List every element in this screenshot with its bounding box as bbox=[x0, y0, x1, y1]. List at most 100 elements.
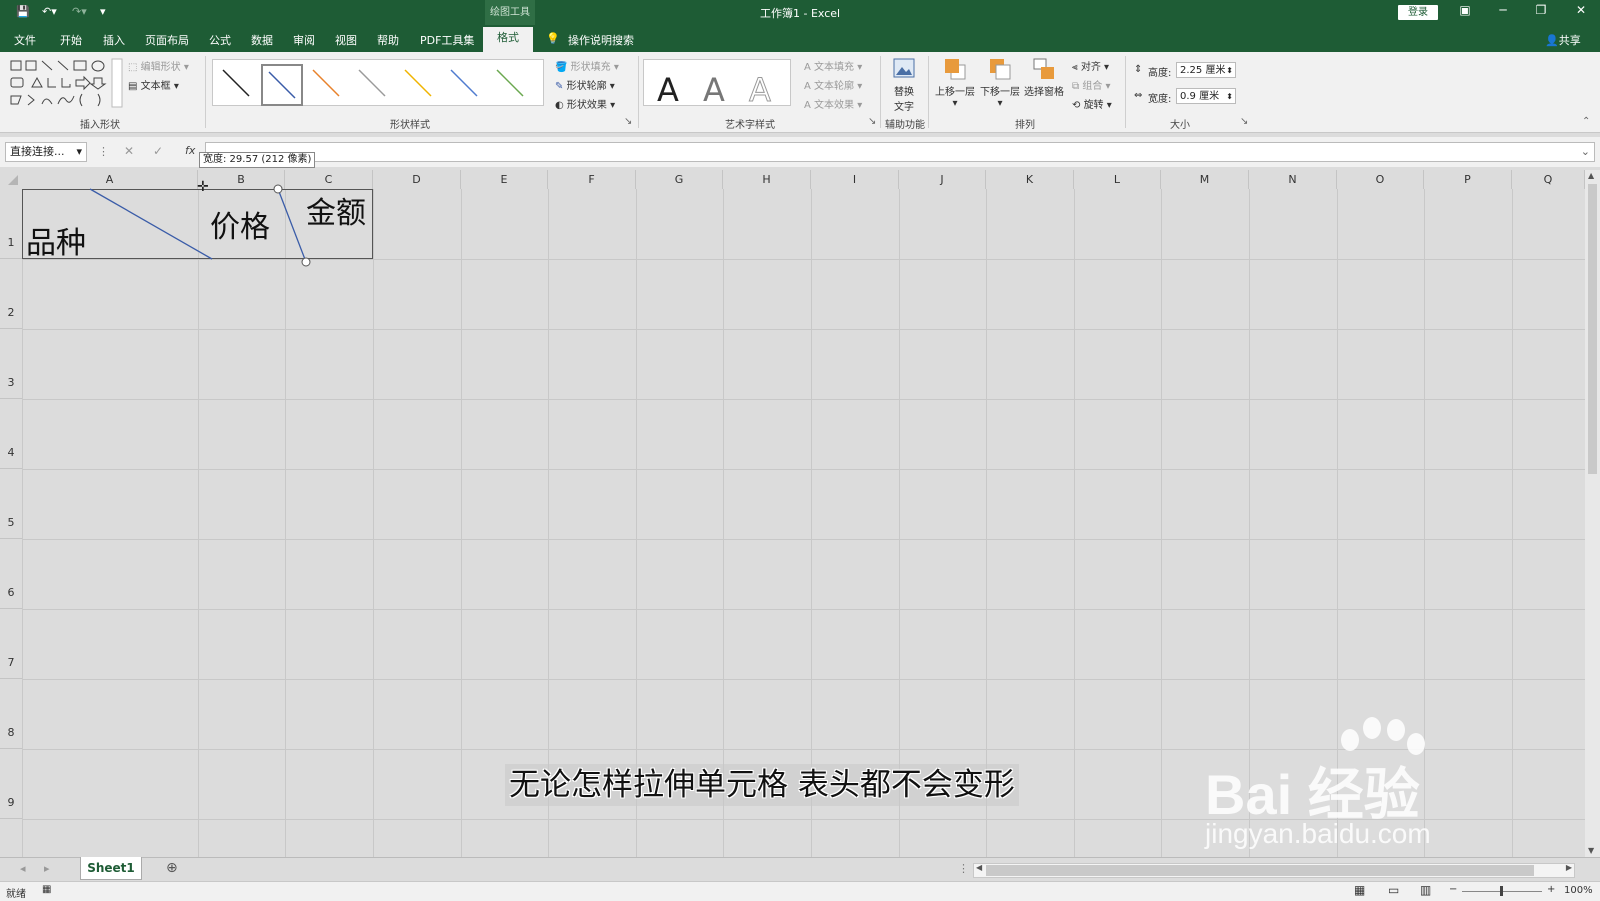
zoom-in-icon[interactable]: + bbox=[1547, 884, 1555, 895]
tab-view[interactable]: 视图 bbox=[335, 32, 357, 48]
row-header-9[interactable]: 9 bbox=[0, 749, 22, 819]
column-header-o[interactable]: O bbox=[1337, 170, 1424, 189]
row-header-7[interactable]: 7 bbox=[0, 609, 22, 679]
tab-formulas[interactable]: 公式 bbox=[209, 32, 231, 48]
line-handle-end[interactable] bbox=[301, 257, 311, 267]
row-header-3[interactable]: 3 bbox=[0, 329, 22, 399]
tab-review[interactable]: 审阅 bbox=[293, 32, 315, 48]
alt-text-button[interactable]: 替换 文字 bbox=[884, 57, 924, 113]
restore-icon[interactable]: ❐ bbox=[1526, 3, 1556, 17]
row-header-10[interactable] bbox=[0, 819, 22, 857]
tab-help[interactable]: 帮助 bbox=[377, 32, 399, 48]
send-backward-button[interactable]: 下移一层 ▾ bbox=[980, 57, 1020, 109]
next-sheet-icon[interactable]: ▸ bbox=[44, 862, 50, 875]
column-header-g[interactable]: G bbox=[636, 170, 723, 189]
tab-format[interactable]: 格式 bbox=[483, 27, 533, 52]
scroll-down-icon[interactable]: ▼ bbox=[1588, 846, 1594, 855]
bring-forward-button[interactable]: 上移一层 ▾ bbox=[935, 57, 975, 109]
align-button[interactable]: ⫷ 对齐 ▾ bbox=[1072, 58, 1109, 73]
scroll-thumb[interactable] bbox=[1588, 184, 1597, 474]
undo-icon[interactable]: ↶▾ bbox=[42, 5, 57, 18]
column-header-k[interactable]: K bbox=[986, 170, 1074, 189]
row-header-8[interactable]: 8 bbox=[0, 679, 22, 749]
wordart-gallery[interactable]: A A A bbox=[643, 59, 791, 110]
splitter-icon[interactable]: ⋮ bbox=[958, 862, 969, 875]
tab-insert[interactable]: 插入 bbox=[103, 32, 125, 48]
style-swatch[interactable] bbox=[491, 64, 529, 102]
row-header-4[interactable]: 4 bbox=[0, 399, 22, 469]
edit-shape-button[interactable]: ⬚ 编辑形状 ▾ bbox=[128, 58, 189, 73]
rotate-button[interactable]: ⟲ 旋转 ▾ bbox=[1072, 96, 1112, 111]
wordart-style-gray[interactable]: A bbox=[694, 70, 734, 110]
spinner-icon[interactable]: ⬍ bbox=[1226, 89, 1233, 105]
collapse-ribbon-icon[interactable]: ⌃ bbox=[1582, 116, 1590, 127]
column-header-i[interactable]: I bbox=[811, 170, 899, 189]
vertical-scrollbar[interactable]: ▲ ▼ bbox=[1585, 170, 1600, 857]
insert-function-icon[interactable]: fx bbox=[185, 144, 195, 157]
column-header-f[interactable]: F bbox=[548, 170, 636, 189]
column-header-h[interactable]: H bbox=[723, 170, 811, 189]
name-box[interactable]: 直接连接... ▾ bbox=[5, 142, 87, 162]
wordart-style-black[interactable]: A bbox=[648, 70, 688, 110]
style-swatch[interactable] bbox=[399, 64, 437, 102]
diagonal-line-b1-selected[interactable] bbox=[277, 188, 307, 263]
tab-data[interactable]: 数据 bbox=[251, 32, 273, 48]
scroll-right-icon[interactable]: ▶ bbox=[1566, 863, 1572, 872]
width-field[interactable]: 0.9 厘米 ⬍ bbox=[1176, 88, 1236, 104]
column-header-l[interactable]: L bbox=[1074, 170, 1161, 189]
line-handle-start[interactable] bbox=[273, 184, 283, 194]
customize-qat-icon[interactable]: ▾ bbox=[100, 5, 106, 18]
redo-icon[interactable]: ↷▾ bbox=[72, 5, 87, 18]
dialog-launcher-icon[interactable]: ↘ bbox=[1240, 116, 1248, 127]
text-box-button[interactable]: ▤ 文本框 ▾ bbox=[128, 77, 179, 92]
style-swatch[interactable] bbox=[445, 64, 483, 102]
normal-view-icon[interactable]: ▦ bbox=[1354, 883, 1365, 897]
zoom-out-icon[interactable]: − bbox=[1449, 884, 1457, 895]
ribbon-display-icon[interactable]: ▣ bbox=[1450, 3, 1480, 17]
login-button[interactable]: 登录 bbox=[1398, 5, 1438, 20]
shape-fill-button[interactable]: 🪣 形状填充 ▾ bbox=[555, 58, 619, 73]
page-break-view-icon[interactable]: ▥ bbox=[1420, 883, 1431, 897]
text-fill-button[interactable]: A 文本填充 ▾ bbox=[804, 58, 862, 73]
shape-effects-button[interactable]: ◐ 形状效果 ▾ bbox=[555, 96, 615, 111]
page-layout-view-icon[interactable]: ▭ bbox=[1388, 883, 1399, 897]
zoom-level[interactable]: 100% bbox=[1564, 885, 1593, 896]
row-header-6[interactable]: 6 bbox=[0, 539, 22, 609]
diagonal-line-a1[interactable] bbox=[89, 188, 213, 260]
horizontal-scrollbar[interactable]: ◀ ▶ bbox=[973, 863, 1575, 878]
shape-gallery[interactable] bbox=[8, 58, 123, 108]
save-icon[interactable]: 💾 bbox=[16, 5, 30, 18]
style-swatch[interactable] bbox=[307, 64, 345, 102]
style-swatch[interactable] bbox=[217, 64, 255, 102]
scroll-left-icon[interactable]: ◀ bbox=[976, 863, 982, 872]
confirm-icon[interactable]: ✓ bbox=[153, 144, 163, 158]
tell-me-search[interactable]: 操作说明搜索 bbox=[568, 32, 634, 48]
sheet-tab-sheet1[interactable]: Sheet1 bbox=[80, 857, 142, 880]
group-button[interactable]: ⧉ 组合 ▾ bbox=[1072, 77, 1111, 92]
chevron-down-icon[interactable]: ▾ bbox=[76, 143, 82, 161]
row-header-5[interactable]: 5 bbox=[0, 469, 22, 539]
spinner-icon[interactable]: ⬍ bbox=[1226, 63, 1233, 79]
column-header-m[interactable]: M bbox=[1161, 170, 1249, 189]
formula-input[interactable]: ⌄ bbox=[205, 142, 1595, 162]
tab-home[interactable]: 开始 bbox=[60, 32, 82, 48]
share-button[interactable]: 👤共享 bbox=[1545, 32, 1581, 48]
horizontal-scroll-thumb[interactable] bbox=[986, 865, 1534, 876]
dialog-launcher-icon[interactable]: ↘ bbox=[624, 116, 632, 127]
tab-pdf-tools[interactable]: PDF工具集 bbox=[420, 32, 474, 48]
column-header-e[interactable]: E bbox=[461, 170, 548, 189]
macro-record-icon[interactable]: ▦ bbox=[42, 884, 51, 895]
text-effects-button[interactable]: A 文本效果 ▾ bbox=[804, 96, 862, 111]
zoom-slider-thumb[interactable] bbox=[1500, 886, 1503, 896]
column-header-j[interactable]: J bbox=[899, 170, 986, 189]
text-outline-button[interactable]: A 文本轮廓 ▾ bbox=[804, 77, 862, 92]
shape-styles-gallery[interactable] bbox=[212, 59, 544, 106]
column-header-n[interactable]: N bbox=[1249, 170, 1337, 189]
cancel-icon[interactable]: ✕ bbox=[124, 144, 134, 158]
minimize-icon[interactable]: ─ bbox=[1488, 3, 1518, 17]
tab-page-layout[interactable]: 页面布局 bbox=[145, 32, 189, 48]
shape-outline-button[interactable]: ✎ 形状轮廓 ▾ bbox=[555, 77, 615, 92]
column-header-p[interactable]: P bbox=[1424, 170, 1512, 189]
add-sheet-icon[interactable]: ⊕ bbox=[166, 860, 178, 876]
selection-pane-button[interactable]: 选择窗格 bbox=[1024, 57, 1064, 98]
